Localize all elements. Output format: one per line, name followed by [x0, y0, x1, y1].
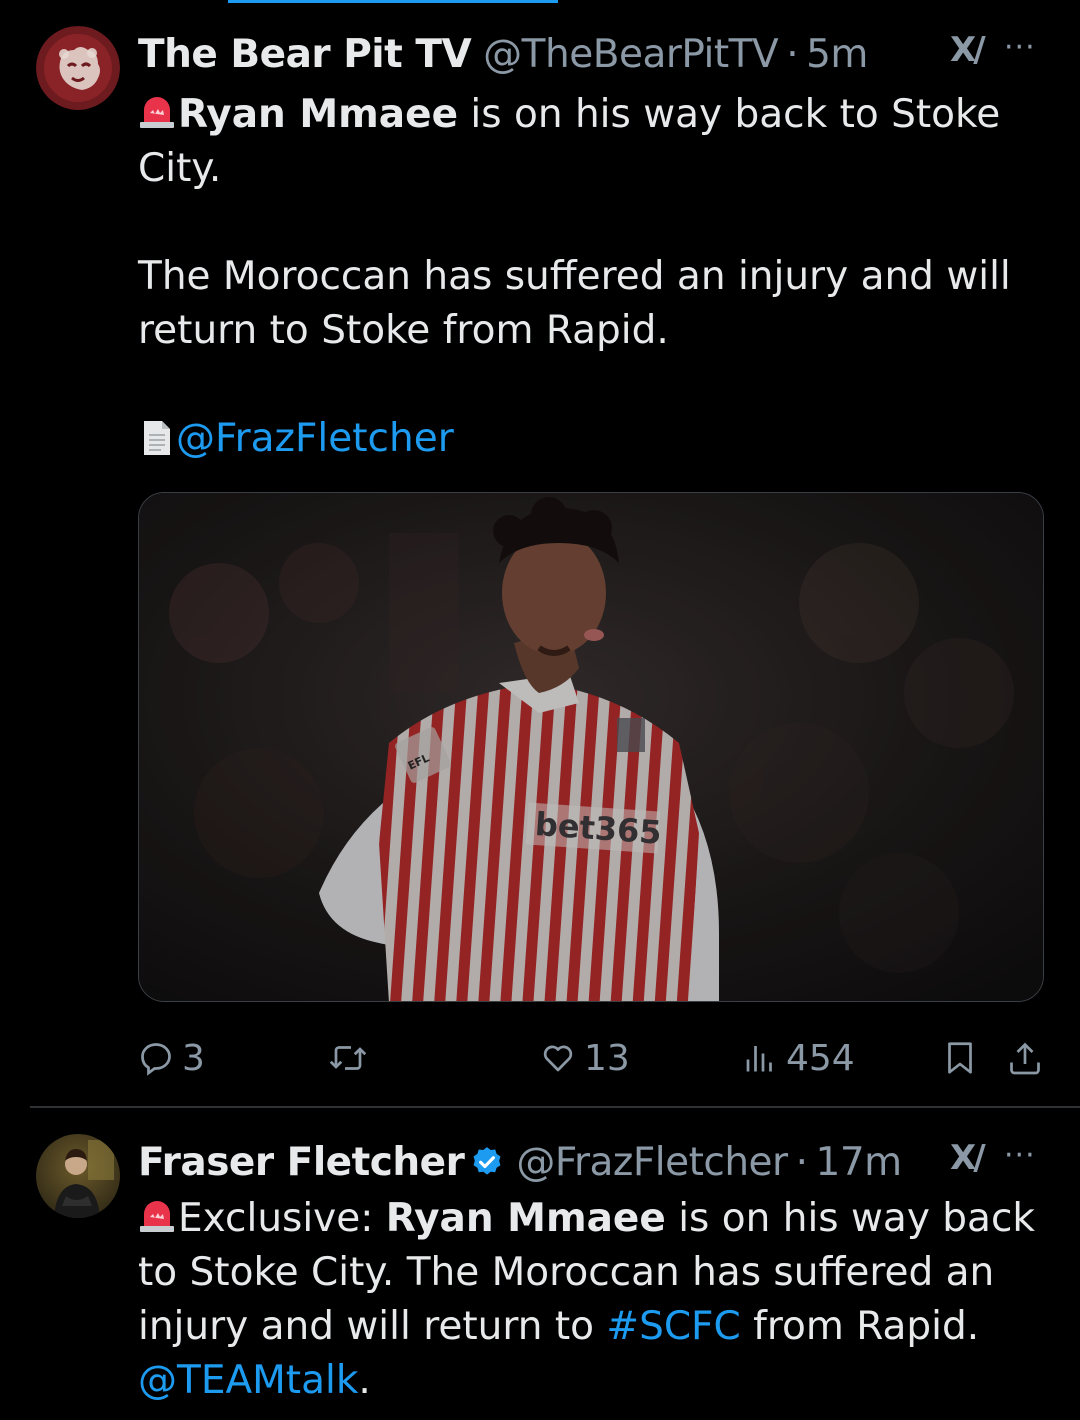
tweet-body: Ryan Mmaee is on his way back to Stoke C…	[138, 88, 1040, 466]
reply-count: 3	[182, 1037, 205, 1079]
tweet-fraser-fletcher[interactable]: Fraser Fletcher @FrazFletcher · 17m X/ ·…	[0, 1108, 1080, 1420]
avatar-fraser-fletcher[interactable]	[36, 1134, 120, 1218]
views-button[interactable]: 454	[742, 1030, 855, 1086]
tweet-actions-bar: 3 13 454	[138, 1030, 1044, 1086]
grok-icon[interactable]: X/	[950, 30, 986, 70]
document-emoji-icon	[144, 421, 170, 455]
user-handle[interactable]: @TheBearPitTV	[483, 32, 779, 77]
share-button[interactable]	[1008, 1030, 1042, 1086]
bear-logo-icon	[36, 26, 120, 110]
tweet-bear-pit[interactable]: The Bear Pit TV @TheBearPitTV · 5m X/ ··…	[0, 0, 1080, 1106]
mention-teamtalk[interactable]: @TEAMtalk	[138, 1358, 358, 1403]
view-count: 454	[786, 1037, 855, 1079]
post-time[interactable]: 17m	[816, 1140, 903, 1185]
siren-emoji-icon	[140, 1201, 174, 1232]
tweet-header: Fraser Fletcher @FrazFletcher · 17m	[138, 1134, 1080, 1190]
repost-button[interactable]	[328, 1030, 376, 1086]
bookmark-button[interactable]	[944, 1030, 976, 1086]
tweet-body: Exclusive: Ryan Mmaee is on his way back…	[138, 1192, 1040, 1408]
reply-icon	[141, 1043, 171, 1076]
user-handle[interactable]: @FrazFletcher	[516, 1140, 788, 1185]
body-end: .	[358, 1358, 371, 1403]
tweet-paragraph-2: The Moroccan has suffered an injury and …	[138, 254, 1011, 353]
separator-dot: ·	[795, 1139, 808, 1185]
grok-icon[interactable]: X/	[950, 1138, 986, 1178]
tweet-paragraph-3: @FrazFletcher	[138, 412, 1040, 466]
hashtag-scfc[interactable]: #SCFC	[606, 1304, 740, 1349]
display-name[interactable]: The Bear Pit TV	[138, 32, 472, 77]
views-chart-icon	[746, 1046, 772, 1072]
tweet-media-photo[interactable]: bet365 EFL	[138, 492, 1044, 1002]
post-time[interactable]: 5m	[806, 32, 868, 77]
avatar-bear-pit[interactable]	[36, 26, 120, 110]
like-count: 13	[584, 1037, 630, 1079]
share-icon	[1010, 1042, 1040, 1075]
tweet-paragraph-1: Ryan Mmaee is on his way back to Stoke C…	[138, 88, 1040, 196]
more-icon[interactable]: ···	[1004, 1138, 1036, 1173]
display-name[interactable]: Fraser Fletcher	[138, 1140, 465, 1185]
tweet-header: The Bear Pit TV @TheBearPitTV · 5m	[138, 26, 1080, 82]
mention-frazfletcher[interactable]: @FrazFletcher	[176, 416, 454, 461]
verified-badge-icon	[473, 1147, 501, 1175]
bookmark-icon	[948, 1042, 972, 1074]
heart-icon	[543, 1045, 573, 1072]
siren-emoji-icon	[140, 97, 174, 128]
body-rest-2: from Rapid.	[740, 1304, 980, 1349]
player-name-bold: Ryan Mmaee	[178, 92, 459, 137]
separator-dot: ·	[786, 31, 799, 77]
like-button[interactable]: 13	[540, 1030, 630, 1086]
player-name-bold: Ryan Mmaee	[385, 1196, 666, 1241]
player-photo: bet365 EFL	[139, 493, 1043, 1001]
more-icon[interactable]: ···	[1004, 30, 1036, 65]
reply-button[interactable]: 3	[138, 1030, 205, 1086]
repost-icon	[329, 1046, 367, 1070]
exclusive-prefix: Exclusive:	[178, 1196, 386, 1241]
profile-photo-icon	[36, 1134, 120, 1218]
